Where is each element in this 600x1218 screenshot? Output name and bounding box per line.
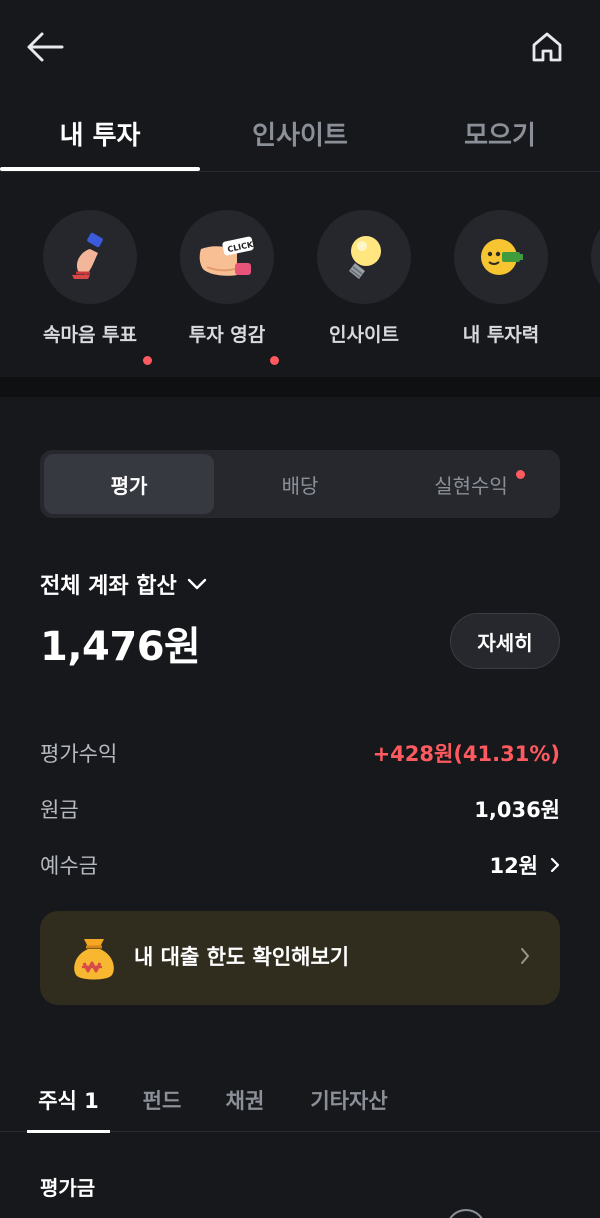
- summary-row-principal: 원금 1,036원: [40, 789, 560, 829]
- shortcut-label: 투자 영감: [188, 324, 266, 346]
- segment-dividend[interactable]: 배당: [215, 454, 385, 514]
- shortcut-insight[interactable]: 인사이트: [299, 210, 429, 350]
- new-dot: [143, 356, 152, 365]
- tab-collect[interactable]: 모으기: [400, 94, 600, 172]
- shortcut-inspiration[interactable]: CLICK! 투자 영감: [162, 210, 292, 365]
- summary-value: +428원(41.31%): [372, 742, 560, 766]
- tab-bonds[interactable]: 채권: [213, 1080, 277, 1120]
- summary-value: 12원: [489, 854, 538, 878]
- shortcut-my-power[interactable]: 내 투자력: [436, 210, 566, 350]
- back-button[interactable]: [22, 26, 68, 68]
- top-bar: [0, 0, 600, 94]
- banner-text: 내 대출 한도 확인해보기: [134, 945, 350, 969]
- tab-insight[interactable]: 인사이트: [200, 94, 400, 172]
- home-button[interactable]: [524, 24, 570, 70]
- tab-stocks[interactable]: 주식 1: [27, 1080, 110, 1133]
- shortcut-label: 내 투자력: [462, 324, 540, 346]
- summary-row-deposit[interactable]: 예수금 12원: [40, 845, 560, 885]
- new-dot: [516, 470, 525, 479]
- chevron-right-icon: [550, 857, 560, 873]
- arrow-left-icon: [27, 32, 64, 62]
- shortcut-vote[interactable]: 속마음 투표: [25, 210, 155, 365]
- tab-my-investment[interactable]: 내 투자: [0, 94, 200, 172]
- shortcut-label: 인사이트: [329, 324, 399, 346]
- battery-face-icon: [454, 210, 548, 304]
- click-finger-icon: CLICK!: [180, 210, 274, 304]
- summary-row-profit: 평가수익 +428원(41.31%): [40, 733, 560, 773]
- info-button[interactable]: [446, 1209, 486, 1218]
- evaluation-label: 평가금: [40, 1176, 96, 1200]
- shortcut-label: 속마음 투표: [42, 324, 137, 346]
- segmented-control: 평가 배당 실현수익: [40, 450, 560, 518]
- shortcut-circle: [591, 210, 600, 304]
- money-bag-icon: [68, 933, 120, 985]
- asset-tabs: 주식 1 펀드 채권 기타자산: [0, 1066, 600, 1133]
- shortcut-more[interactable]: [573, 210, 600, 350]
- new-dot: [270, 356, 279, 365]
- home-icon: [532, 32, 562, 62]
- detail-button[interactable]: 자세히: [450, 613, 560, 669]
- tab-other-assets[interactable]: 기타자산: [296, 1080, 402, 1120]
- summary-value: 1,036원: [474, 798, 560, 822]
- section-divider: [0, 377, 600, 397]
- segment-realized[interactable]: 실현수익: [386, 454, 556, 514]
- account-selector[interactable]: 전체 계좌 합산: [40, 566, 207, 602]
- total-amount: 1,476원: [40, 624, 201, 670]
- tab-funds[interactable]: 펀드: [130, 1080, 194, 1120]
- main-tabs: 내 투자 인사이트 모으기: [0, 94, 600, 172]
- vote-stamp-icon: [43, 210, 137, 304]
- shortcut-row: 속마음 투표 CLICK! 투자 영감 인사이트 내 투자력: [0, 172, 600, 377]
- chevron-right-icon: [520, 947, 530, 969]
- segment-label: 실현수익: [434, 473, 508, 498]
- segment-evaluation[interactable]: 평가: [44, 454, 214, 514]
- lightbulb-icon: [317, 210, 411, 304]
- summary-label: 예수금: [40, 854, 98, 878]
- account-title: 전체 계좌 합산: [40, 574, 177, 599]
- summary-label: 원금: [40, 798, 79, 822]
- chevron-down-icon: [187, 577, 207, 591]
- loan-banner[interactable]: 내 대출 한도 확인해보기: [40, 911, 560, 1005]
- summary-label: 평가수익: [40, 742, 118, 766]
- summary-value-wrap: 12원: [489, 850, 560, 880]
